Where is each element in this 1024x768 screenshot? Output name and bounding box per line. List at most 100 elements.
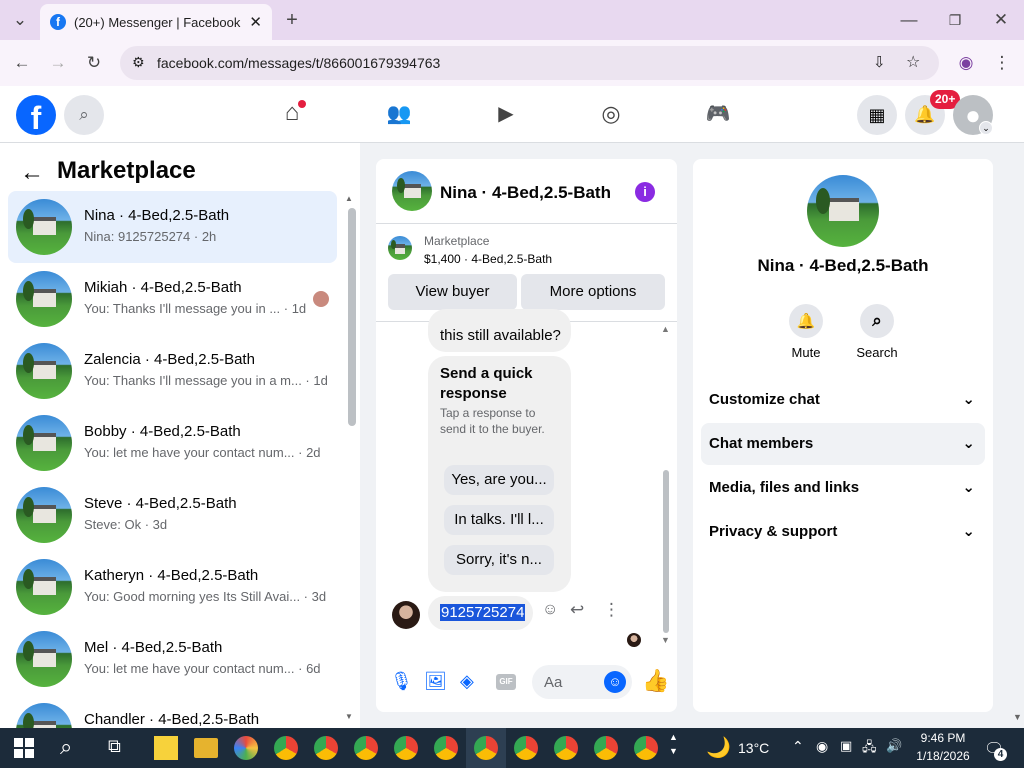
taskbar-search-icon[interactable]: ⌕ bbox=[60, 734, 72, 760]
scroll-up-arrow[interactable]: ▲ bbox=[345, 194, 354, 204]
gif-icon[interactable]: GIF bbox=[496, 674, 516, 690]
conversation-item[interactable]: Chandler · 4-Bed,2.5-Bath bbox=[8, 695, 337, 728]
conversation-item[interactable]: Mel · 4-Bed,2.5-Bath You: let me have yo… bbox=[8, 623, 337, 695]
weather-moon-icon[interactable]: 🌙 bbox=[706, 735, 731, 760]
browser-menu-icon[interactable]: ⋮ bbox=[990, 51, 1014, 75]
thumbs-up-like-icon[interactable]: 👍 bbox=[642, 668, 669, 694]
taskbar-overflow-arrows[interactable]: ▲ ▼ bbox=[669, 730, 678, 758]
chrome-icon[interactable] bbox=[394, 736, 418, 760]
listing-thumbnail bbox=[16, 559, 72, 615]
groups-icon[interactable]: ◎ bbox=[597, 102, 625, 126]
conversation-item[interactable]: Katheryn · 4-Bed,2.5-Bath You: Good morn… bbox=[8, 551, 337, 623]
more-options-button[interactable]: More options bbox=[521, 274, 665, 310]
file-explorer-icon[interactable] bbox=[194, 738, 218, 758]
scroll-down-arrow[interactable]: ▼ bbox=[345, 712, 354, 722]
watch-icon[interactable]: ▶ bbox=[492, 102, 520, 126]
more-actions-icon[interactable]: ⋮ bbox=[603, 600, 620, 620]
chevron-down-icon: ⌄ bbox=[962, 523, 975, 540]
media-files-links-option[interactable]: Media, files and links ⌄ bbox=[701, 467, 985, 509]
network-icon[interactable]: 🖧 bbox=[862, 738, 877, 760]
page-scroll-down-arrow[interactable]: ▼ bbox=[1013, 712, 1022, 722]
account-chevron-icon[interactable]: ⌄ bbox=[979, 121, 993, 135]
view-buyer-button[interactable]: View buyer bbox=[388, 274, 517, 310]
gaming-icon[interactable]: 🎮 bbox=[704, 102, 732, 126]
record-icon[interactable]: ◉ bbox=[816, 738, 828, 755]
site-info-icon[interactable]: ⚙ bbox=[132, 54, 145, 71]
camera-icon[interactable]: ▣ bbox=[840, 738, 852, 754]
quick-reply-chip[interactable]: In talks. I'll l... bbox=[444, 505, 554, 535]
browser-tab[interactable]: f (20+) Messenger | Facebook ✕ bbox=[40, 4, 272, 40]
clock-time[interactable]: 9:46 PM bbox=[912, 731, 974, 745]
tab-search-icon[interactable]: ⌄ bbox=[8, 8, 32, 32]
forward-icon[interactable]: → bbox=[46, 51, 70, 75]
seen-avatar bbox=[313, 291, 329, 307]
url-bar[interactable]: ⚙ facebook.com/messages/t/86600167939476… bbox=[120, 46, 939, 80]
sticker-icon[interactable]: ◈ bbox=[460, 671, 474, 692]
quick-reply-chip[interactable]: Sorry, it's n... bbox=[444, 545, 554, 575]
conversation-preview: Nina: 9125725274 · 2h bbox=[84, 229, 217, 244]
chat-scroll-down-arrow[interactable]: ▼ bbox=[661, 635, 670, 645]
clock-date[interactable]: 1/18/2026 bbox=[912, 749, 974, 763]
chat-scrollbar[interactable] bbox=[663, 470, 669, 633]
sidebar-scrollbar[interactable] bbox=[348, 208, 356, 426]
mute-bell-icon[interactable]: 🔔 bbox=[789, 304, 823, 338]
chrome-icon[interactable] bbox=[274, 736, 298, 760]
conversation-item[interactable]: Steve · 4-Bed,2.5-Bath Steve: Ok · 3d bbox=[8, 479, 337, 551]
restore-icon[interactable]: ❐ bbox=[943, 8, 967, 32]
chrome-icon[interactable] bbox=[634, 736, 658, 760]
menu-grid-icon[interactable]: ▦ bbox=[857, 95, 897, 135]
message-input[interactable]: Aa ☺ bbox=[532, 665, 632, 699]
facebook-logo-icon[interactable]: f bbox=[16, 95, 56, 136]
back-icon[interactable]: ← bbox=[10, 51, 34, 75]
chrome-icon[interactable] bbox=[474, 736, 498, 760]
chat-members-option[interactable]: Chat members ⌄ bbox=[701, 423, 985, 465]
listing-thumbnail bbox=[16, 631, 72, 687]
microphone-icon[interactable]: 🎙 bbox=[390, 671, 413, 692]
conversation-item[interactable]: Zalencia · 4-Bed,2.5-Bath You: Thanks I'… bbox=[8, 335, 337, 407]
bookmark-star-icon[interactable]: ☆ bbox=[906, 52, 920, 72]
chrome-icon[interactable] bbox=[354, 736, 378, 760]
option-label: Privacy & support bbox=[709, 523, 838, 540]
profile-icon[interactable]: ◉ bbox=[954, 51, 978, 75]
chrome-icon[interactable] bbox=[554, 736, 578, 760]
chat-scroll-up-arrow[interactable]: ▲ bbox=[661, 324, 670, 334]
show-hidden-icons-icon[interactable]: ⌃ bbox=[792, 738, 804, 755]
react-icon[interactable]: ☺ bbox=[542, 601, 558, 619]
previous-message-bubble: this still available? bbox=[428, 309, 571, 352]
customize-chat-option[interactable]: Customize chat ⌄ bbox=[701, 379, 985, 421]
search-label[interactable]: Search bbox=[847, 345, 907, 360]
minimize-icon[interactable]: — bbox=[897, 8, 921, 32]
weather-temperature[interactable]: 13°C bbox=[738, 740, 769, 756]
mute-label[interactable]: Mute bbox=[776, 345, 836, 360]
back-arrow-icon[interactable]: ← bbox=[20, 159, 44, 187]
quick-reply-chip[interactable]: Yes, are you... bbox=[444, 465, 554, 495]
chrome-icon[interactable] bbox=[514, 736, 538, 760]
chat-title[interactable]: Nina · 4-Bed,2.5-Bath bbox=[440, 183, 611, 203]
chrome-icon[interactable] bbox=[594, 736, 618, 760]
sticky-notes-icon[interactable] bbox=[154, 736, 178, 760]
volume-icon[interactable]: 🔊 bbox=[886, 738, 902, 754]
conversation-item[interactable]: Mikiah · 4-Bed,2.5-Bath You: Thanks I'll… bbox=[8, 263, 337, 335]
reply-icon[interactable]: ↩ bbox=[570, 600, 584, 620]
task-view-icon[interactable]: ⧉ bbox=[108, 736, 121, 757]
conversation-item[interactable]: Bobby · 4-Bed,2.5-Bath You: let me have … bbox=[8, 407, 337, 479]
chrome-icon[interactable] bbox=[314, 736, 338, 760]
close-tab-icon[interactable]: ✕ bbox=[249, 13, 262, 31]
last-message-text[interactable]: 9125725274 bbox=[440, 604, 526, 621]
attach-photo-icon[interactable]: 🖼 bbox=[424, 671, 447, 692]
windows-start-icon[interactable] bbox=[14, 738, 34, 758]
chat-info-icon[interactable]: i bbox=[635, 182, 655, 202]
privacy-support-option[interactable]: Privacy & support ⌄ bbox=[701, 511, 985, 553]
paint-icon[interactable] bbox=[234, 736, 258, 760]
chrome-icon[interactable] bbox=[434, 736, 458, 760]
install-app-icon[interactable]: ⇩ bbox=[873, 53, 886, 71]
reload-icon[interactable]: ↻ bbox=[82, 51, 106, 75]
url-text: facebook.com/messages/t/866001679394763 bbox=[157, 55, 441, 71]
new-tab-icon[interactable]: + bbox=[280, 8, 304, 32]
search-icon[interactable]: ⌕ bbox=[64, 95, 104, 135]
emoji-icon[interactable]: ☺ bbox=[604, 671, 626, 693]
close-window-icon[interactable]: ✕ bbox=[989, 8, 1013, 32]
friends-icon[interactable]: 👥 bbox=[385, 102, 413, 126]
search-chat-icon[interactable]: ⌕ bbox=[860, 304, 894, 338]
conversation-item[interactable]: Nina · 4-Bed,2.5-Bath Nina: 9125725274 ·… bbox=[8, 191, 337, 263]
